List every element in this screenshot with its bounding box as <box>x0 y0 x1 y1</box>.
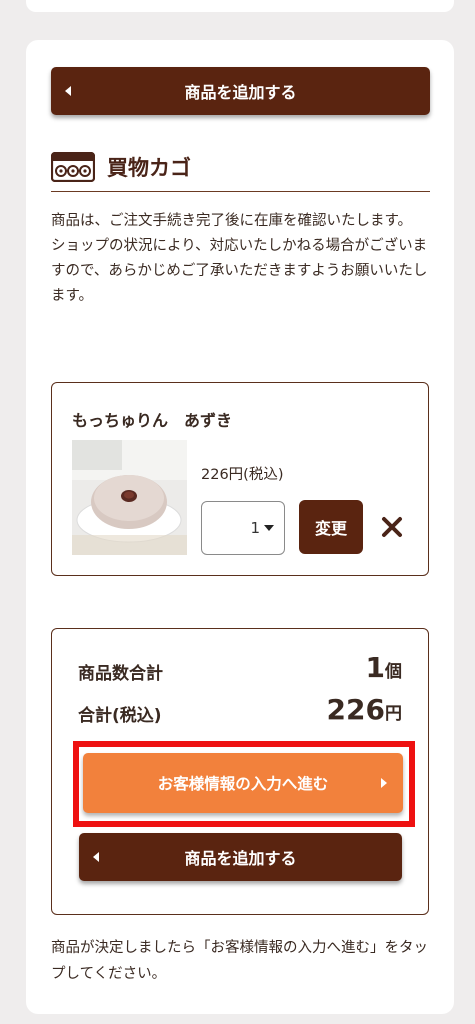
quantity-select[interactable]: 1 <box>201 501 285 555</box>
item-price: 226円(税込) <box>201 467 284 483</box>
item-count-value: 1個 <box>366 651 402 684</box>
item-image <box>72 440 187 555</box>
change-quantity-button[interactable]: 変更 <box>299 500 363 554</box>
footer-note: 商品が決定しましたら「お客様情報の入力へ進む」をタップしてください。 <box>51 940 428 982</box>
add-product-button-top[interactable]: 商品を追加する <box>51 67 430 115</box>
notice-line-2: ショップの状況により、対応いたしかねる場合がございますので、あらかじめご了承いた… <box>51 238 428 304</box>
notice-line-1: 商品は、ご注文手続き完了後に在庫を確認いたします。 <box>51 213 413 229</box>
total-label: 合計(税込) <box>78 706 162 726</box>
cart-title: 買物カゴ <box>107 156 191 180</box>
chevron-left-icon <box>93 852 99 862</box>
caret-down-icon <box>264 525 274 531</box>
quantity-value: 1 <box>250 519 260 537</box>
item-count-unit: 個 <box>385 662 402 682</box>
add-product-label: 商品を追加する <box>184 849 297 868</box>
item-name: もっちゅりん あずき <box>72 411 233 430</box>
total-unit: 円 <box>385 704 402 724</box>
total-value: 226円 <box>327 693 402 726</box>
cart-notice: 商品は、ご注文手続き完了後に在庫を確認いたします。 ショップの状況により、対応い… <box>51 209 431 309</box>
cart-icon <box>51 152 95 182</box>
proceed-label: お客様情報の入力へ進む <box>157 775 329 793</box>
add-product-label: 商品を追加する <box>184 83 297 102</box>
close-icon[interactable] <box>381 516 403 538</box>
item-count-label: 商品数合計 <box>78 664 163 684</box>
cart-section-header: 買物カゴ <box>51 150 430 192</box>
add-product-button-bottom[interactable]: 商品を追加する <box>79 833 402 881</box>
proceed-to-customer-info-button[interactable]: お客様情報の入力へ進む <box>83 753 403 813</box>
cart-item: もっちゅりん あずき 226円(税込) 1 変更 <box>51 382 429 576</box>
previous-section-edge <box>26 0 454 12</box>
item-count-number: 1 <box>365 651 385 684</box>
chevron-right-icon <box>381 778 387 788</box>
total-number: 226 <box>326 693 385 726</box>
chevron-left-icon <box>65 86 71 96</box>
